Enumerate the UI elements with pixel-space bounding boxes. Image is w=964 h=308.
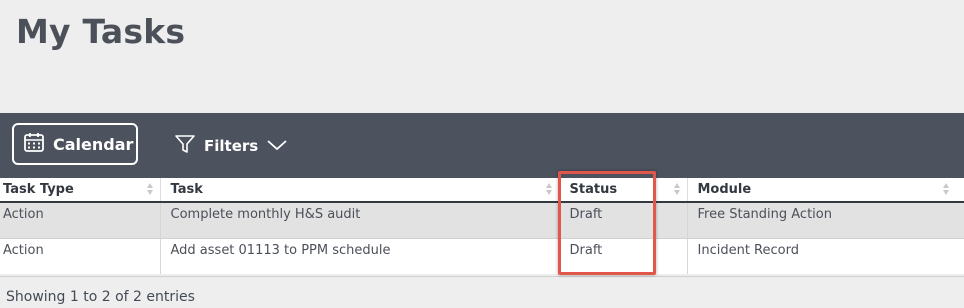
- calendar-button-label: Calendar: [53, 134, 134, 154]
- status-column-highlight: [558, 171, 656, 275]
- sort-icon[interactable]: [545, 182, 553, 196]
- table-row[interactable]: Action Complete monthly H&S audit Draft …: [0, 202, 964, 238]
- cell-task[interactable]: Complete monthly H&S audit: [160, 202, 560, 238]
- toolbar: Calendar Filters: [0, 113, 964, 178]
- cell-task-type: Action: [0, 237, 161, 274]
- column-header-task[interactable]: Task: [160, 178, 560, 203]
- sort-icon[interactable]: [673, 182, 681, 196]
- filters-button-label: Filters: [204, 137, 259, 155]
- sort-icon[interactable]: [146, 182, 154, 196]
- table-row[interactable]: Action Add asset 01113 to PPM schedule D…: [0, 237, 964, 274]
- column-header-module[interactable]: Module: [687, 178, 964, 203]
- chevron-down-icon: [266, 137, 288, 156]
- cell-module: Free Standing Action: [687, 202, 964, 238]
- tasks-table: Task Type Task Status Module Action Comp…: [0, 178, 964, 274]
- table-header-row: Task Type Task Status Module: [0, 178, 964, 203]
- filters-button[interactable]: Filters: [174, 135, 288, 157]
- cell-task[interactable]: Add asset 01113 to PPM schedule: [160, 237, 560, 274]
- cell-task-type: Action: [0, 202, 161, 238]
- column-header-task-type[interactable]: Task Type: [0, 178, 161, 203]
- sort-icon[interactable]: [942, 182, 950, 196]
- calendar-button[interactable]: Calendar: [12, 123, 138, 165]
- cell-module: Incident Record: [687, 237, 964, 274]
- table-info: Showing 1 to 2 of 2 entries: [6, 289, 195, 305]
- table-divider: [0, 276, 964, 277]
- page-title: My Tasks: [16, 12, 186, 51]
- calendar-icon: [23, 131, 45, 157]
- filter-icon: [174, 133, 196, 159]
